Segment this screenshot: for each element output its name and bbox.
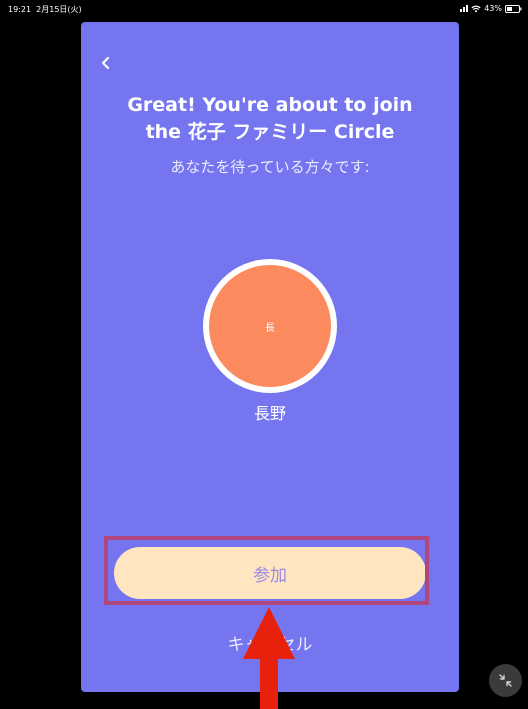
- screen: 19:21 2月15日(火) 43% Great! You're about t…: [0, 0, 528, 709]
- status-bar: 19:21 2月15日(火) 43%: [0, 0, 528, 18]
- collapse-arrows-icon: [499, 674, 512, 687]
- dialog-title-line1: Great! You're about to join: [127, 94, 413, 116]
- status-indicators: 43%: [460, 4, 522, 13]
- status-date: 2月15日(火): [36, 5, 82, 14]
- dialog-subtitle: あなたを待っている方々です:: [170, 158, 370, 176]
- member-name: 長野: [253, 404, 286, 423]
- back-chevron-icon[interactable]: [97, 54, 115, 72]
- cancel-button[interactable]: キャンセル: [81, 630, 459, 655]
- status-clock: 19:21: [8, 5, 32, 14]
- signal-icon: [460, 5, 469, 12]
- dialog-title: Great! You're about to join the 花子 ファミリー…: [81, 92, 459, 146]
- dialog-title-line2: the 花子 ファミリー Circle: [145, 121, 395, 143]
- join-button[interactable]: 参加: [114, 547, 426, 599]
- join-circle-dialog: Great! You're about to join the 花子 ファミリー…: [81, 22, 459, 692]
- collapse-button[interactable]: [489, 664, 522, 697]
- status-time: 19:21 2月15日(火): [8, 4, 82, 15]
- battery-percent: 43%: [484, 4, 502, 13]
- member-avatar-ring: 長: [203, 259, 337, 393]
- battery-icon: [505, 4, 522, 13]
- wifi-icon: [471, 5, 481, 13]
- member-avatar: 長: [209, 265, 331, 387]
